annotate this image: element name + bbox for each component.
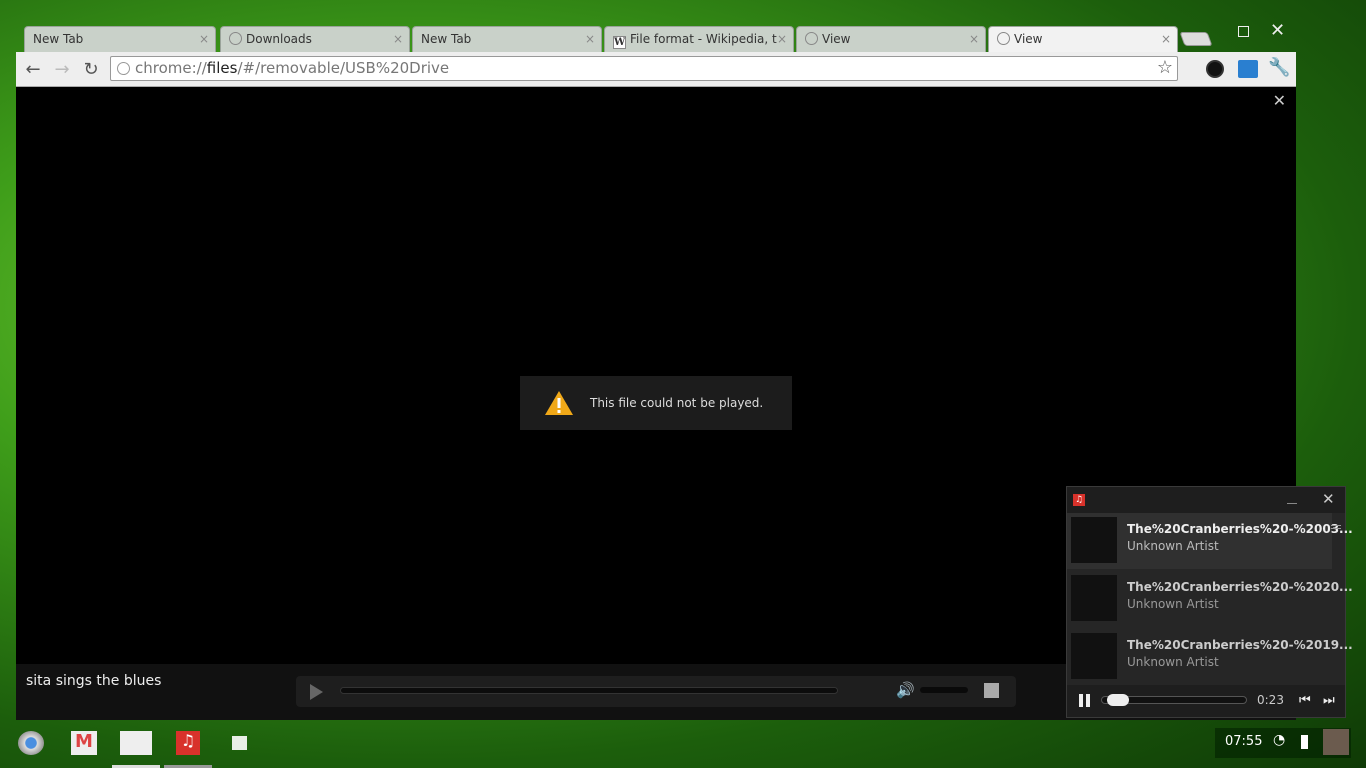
previous-track-button[interactable]: ⏮: [1299, 693, 1311, 708]
audio-player-panel: ♫ ✕ The%20Cranberries%20-%2003... Unknown…: [1066, 486, 1353, 718]
next-track-button[interactable]: ⏭: [1323, 693, 1335, 708]
minimize-button[interactable]: [1287, 503, 1297, 504]
bookmark-star-icon[interactable]: ☆: [1157, 57, 1173, 78]
globe-icon: [117, 62, 130, 75]
extension-icon[interactable]: [1206, 60, 1224, 78]
album-art: [1071, 575, 1117, 621]
playlist-item[interactable]: The%20Cranberries%20-%2003... Unknown Art…: [1067, 513, 1353, 569]
track-title: The%20Cranberries%20-%2019...: [1127, 638, 1353, 652]
close-tab-icon[interactable]: ×: [585, 32, 595, 46]
wifi-icon: ◔: [1273, 732, 1286, 748]
wikipedia-icon: W: [613, 36, 626, 49]
close-player-button[interactable]: ✕: [1322, 490, 1335, 508]
pause-button[interactable]: [1079, 694, 1083, 707]
tab-view-1[interactable]: View ×: [796, 26, 986, 52]
close-tab-icon[interactable]: ×: [1161, 32, 1171, 46]
scrollbar[interactable]: [1331, 525, 1341, 529]
tab-label: New Tab: [33, 32, 84, 46]
elapsed-time: 0:23: [1257, 693, 1284, 707]
gmail-icon[interactable]: M: [71, 731, 97, 755]
tab-wikipedia[interactable]: W File format - Wikipedia, th ×: [604, 26, 794, 52]
toolbar: ← → ↻ chrome://files/#/removable/USB%20D…: [16, 52, 1296, 87]
extension-files-icon[interactable]: [1238, 60, 1258, 78]
playlist-item[interactable]: The%20Cranberries%20-%2020... Unknown Art…: [1067, 571, 1353, 627]
close-tab-icon[interactable]: ×: [969, 32, 979, 46]
address-bar[interactable]: chrome://files/#/removable/USB%20Drive ☆: [110, 56, 1178, 81]
seek-handle[interactable]: [1107, 694, 1130, 706]
tab-new-tab-1[interactable]: New Tab ×: [24, 26, 216, 52]
app-launcher-icon[interactable]: [232, 736, 247, 750]
playlist-item[interactable]: The%20Cranberries%20-%2019... Unknown Art…: [1067, 629, 1353, 685]
music-app-icon[interactable]: ♫: [176, 731, 200, 755]
controls-panel: 🔊: [296, 676, 1016, 707]
close-tab-icon[interactable]: ×: [393, 32, 403, 46]
url-host: files: [206, 59, 238, 77]
tab-label: File format - Wikipedia, th: [630, 32, 785, 46]
fullscreen-button[interactable]: [984, 683, 999, 698]
close-tab-icon[interactable]: ×: [199, 32, 209, 46]
track-title: The%20Cranberries%20-%2020...: [1127, 580, 1353, 594]
error-message: This file could not be played.: [520, 376, 792, 430]
audio-seek-slider[interactable]: [1101, 694, 1247, 706]
reload-button[interactable]: ↻: [80, 59, 102, 80]
tab-label: View: [1014, 32, 1043, 46]
album-art: [1071, 633, 1117, 679]
wrench-menu-icon[interactable]: 🔧: [1268, 57, 1290, 78]
warning-icon: [545, 391, 573, 415]
track-title: The%20Cranberries%20-%2003...: [1127, 522, 1353, 536]
system-tray[interactable]: 07:55 ◔: [1215, 728, 1351, 758]
files-app-icon[interactable]: [120, 731, 152, 755]
chrome-icon[interactable]: [18, 731, 44, 755]
tab-label: View: [822, 32, 851, 46]
close-viewer-button[interactable]: ✕: [1273, 91, 1286, 110]
error-text: This file could not be played.: [590, 396, 764, 410]
avatar[interactable]: [1323, 729, 1349, 755]
track-artist: Unknown Artist: [1127, 539, 1219, 553]
audio-controls: 0:23 ⏮ ⏭: [1067, 685, 1345, 717]
music-app-icon: ♫: [1073, 494, 1085, 506]
tab-downloads[interactable]: Downloads ×: [220, 26, 410, 52]
video-title: sita sings the blues: [26, 673, 162, 689]
globe-icon: [229, 32, 242, 45]
volume-icon[interactable]: 🔊: [896, 681, 915, 699]
video-seek-slider[interactable]: [340, 687, 838, 694]
url-scheme: chrome://: [135, 59, 207, 77]
close-tab-icon[interactable]: ×: [776, 32, 787, 46]
track-artist: Unknown Artist: [1127, 655, 1219, 669]
tab-view-active[interactable]: View ×: [988, 26, 1178, 52]
clock: 07:55: [1225, 734, 1263, 749]
tab-label: New Tab: [421, 32, 472, 46]
track-artist: Unknown Artist: [1127, 597, 1219, 611]
forward-button[interactable]: →: [51, 59, 73, 80]
tab-label: Downloads: [246, 32, 312, 46]
play-button[interactable]: [310, 684, 323, 700]
battery-icon: [1301, 735, 1308, 749]
close-window-button[interactable]: ✕: [1270, 20, 1285, 41]
globe-icon: [805, 32, 818, 45]
new-tab-button[interactable]: [1179, 32, 1213, 46]
tab-strip: New Tab × Downloads × New Tab × W File forma…: [16, 18, 1296, 52]
url-path: /#/removable/USB%20Drive: [237, 59, 450, 77]
tab-new-tab-2[interactable]: New Tab ×: [412, 26, 602, 52]
volume-slider[interactable]: [920, 687, 968, 693]
maximize-button[interactable]: [1238, 26, 1249, 37]
back-button[interactable]: ←: [22, 59, 44, 80]
album-art: [1071, 517, 1117, 563]
globe-icon: [997, 32, 1010, 45]
audio-player-titlebar: ♫ ✕: [1067, 487, 1345, 513]
